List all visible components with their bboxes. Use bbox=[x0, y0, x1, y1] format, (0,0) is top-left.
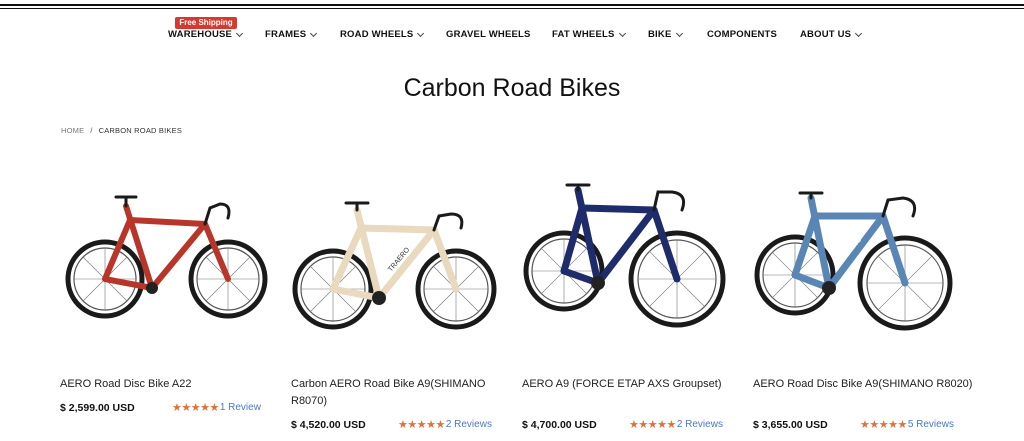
nav-item-label: COMPONENTS bbox=[707, 29, 778, 40]
star-rating-icon: ★★★★★ bbox=[860, 419, 907, 431]
nav-item-bike[interactable]: BIKE bbox=[648, 29, 683, 40]
top-border bbox=[0, 4, 1024, 6]
chevron-down-icon bbox=[675, 29, 683, 37]
nav-item-label: BIKE bbox=[648, 29, 672, 40]
reviews-link[interactable]: 2 Reviews bbox=[677, 419, 723, 430]
product-rating: ★★★★★ 5 Reviews bbox=[860, 418, 954, 431]
main-nav: WAREHOUSE FRAMES ROAD WHEELS GRAVEL WHEE… bbox=[0, 29, 1024, 43]
nav-item-label: FAT WHEELS bbox=[552, 29, 615, 40]
nav-item-label: FRAMES bbox=[265, 29, 307, 40]
bike-image[interactable]: TRAERO bbox=[291, 180, 511, 340]
nav-item-fat-wheels[interactable]: FAT WHEELS bbox=[552, 29, 626, 40]
product-price: $ 3,655.00 USD bbox=[753, 419, 828, 431]
chevron-down-icon bbox=[417, 29, 425, 37]
breadcrumb-separator: / bbox=[90, 126, 93, 135]
reviews-link[interactable]: 1 Review bbox=[220, 402, 261, 413]
product-name[interactable]: AERO A9 (FORCE ETAP AXS Groupset) bbox=[522, 376, 742, 393]
product-card[interactable]: TRAERO AERO A9 (FORCE ETAP AXS Groupset)… bbox=[522, 180, 742, 441]
free-shipping-badge: Free Shipping bbox=[175, 17, 237, 29]
star-rating-icon: ★★★★★ bbox=[398, 419, 445, 431]
nav-item-about-us[interactable]: ABOUT US bbox=[800, 29, 863, 40]
product-name[interactable]: AERO Road Disc Bike A22 bbox=[60, 376, 280, 393]
product-price: $ 4,700.00 USD bbox=[522, 419, 597, 431]
bike-image[interactable]: TRAERO bbox=[753, 180, 973, 340]
product-card[interactable]: TRAERO AERO Road Disc Bike A9(SHIMANO R8… bbox=[753, 180, 973, 441]
bike-image[interactable]: TRAERO bbox=[522, 180, 742, 340]
nav-item-frames[interactable]: FRAMES bbox=[265, 29, 318, 40]
nav-item-label: WAREHOUSE bbox=[168, 29, 233, 40]
reviews-link[interactable]: 5 Reviews bbox=[908, 419, 954, 430]
nav-item-components[interactable]: COMPONENTS bbox=[707, 29, 777, 40]
product-rating: ★★★★★ 2 Reviews bbox=[398, 418, 492, 431]
bike-image[interactable]: TRAERO bbox=[60, 180, 280, 340]
product-price: $ 2,599.00 USD bbox=[60, 402, 135, 414]
reviews-link[interactable]: 2 Reviews bbox=[446, 419, 492, 430]
chevron-down-icon bbox=[618, 29, 626, 37]
breadcrumb: HOME / CARBON ROAD BIKES bbox=[61, 126, 182, 135]
product-rating: ★★★★★ 2 Reviews bbox=[629, 418, 723, 431]
product-price: $ 4,520.00 USD bbox=[291, 419, 366, 431]
product-rating: ★★★★★ 1 Review bbox=[172, 401, 261, 414]
star-rating-icon: ★★★★★ bbox=[172, 402, 219, 414]
nav-item-warehouse[interactable]: WAREHOUSE bbox=[168, 29, 244, 40]
nav-item-gravel-wheels[interactable]: GRAVEL WHEELS bbox=[446, 29, 531, 40]
breadcrumb-current: CARBON ROAD BIKES bbox=[98, 126, 183, 135]
top-border-thin bbox=[0, 8, 1024, 9]
product-name[interactable]: AERO Road Disc Bike A9(SHIMANO R8020) bbox=[753, 376, 973, 393]
chevron-down-icon bbox=[310, 29, 318, 37]
chevron-down-icon bbox=[855, 29, 863, 37]
product-name[interactable]: Carbon AERO Road Bike A9(SHIMANO R8070) bbox=[291, 376, 511, 410]
star-rating-icon: ★★★★★ bbox=[629, 419, 676, 431]
page-title: Carbon Road Bikes bbox=[403, 74, 621, 102]
nav-item-road-wheels[interactable]: ROAD WHEELS bbox=[340, 29, 425, 40]
nav-item-label: ABOUT US bbox=[800, 29, 852, 40]
chevron-down-icon bbox=[236, 29, 244, 37]
nav-item-label: GRAVEL WHEELS bbox=[446, 29, 531, 40]
product-card[interactable]: TRAERO AERO Road Disc Bike A22 $ 2,599.0… bbox=[60, 180, 280, 441]
product-card[interactable]: TRAERO Carbon AERO Road Bike A9(SHIMANO … bbox=[291, 180, 511, 441]
breadcrumb-home-link[interactable]: HOME bbox=[61, 126, 84, 135]
nav-item-label: ROAD WHEELS bbox=[340, 29, 414, 40]
